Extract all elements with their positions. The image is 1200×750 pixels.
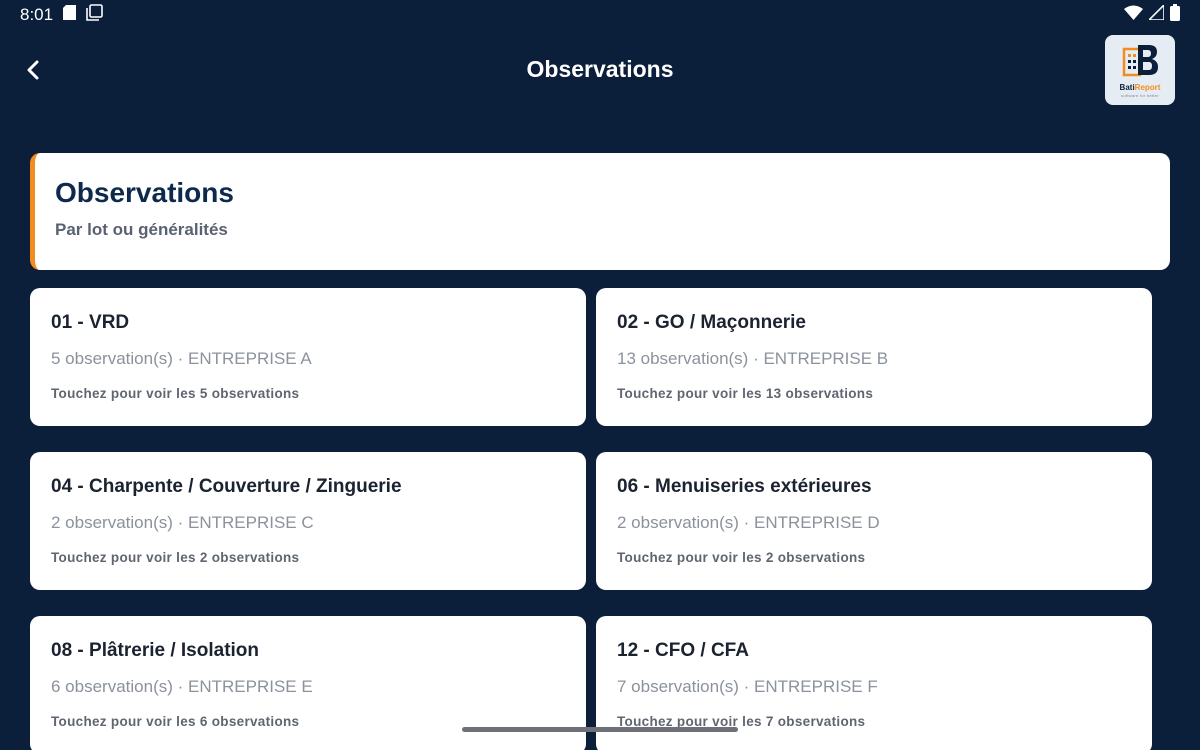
lot-hint: Touchez pour voir les 2 observations [51, 550, 300, 565]
screenshot-icon [86, 4, 103, 26]
logo-brand-part1: Bati [1119, 82, 1135, 92]
status-time: 8:01 [20, 5, 54, 24]
lot-meta: 2 observation(s) · ENTREPRISE C [51, 513, 314, 532]
page-title: Observations [526, 56, 674, 82]
lot-card[interactable]: 06 - Menuiseries extérieures 2 observati… [596, 452, 1152, 590]
lot-card[interactable]: 02 - GO / Maçonnerie 13 observation(s) ·… [596, 288, 1152, 426]
signal-icon [1147, 3, 1165, 25]
lot-meta: 13 observation(s) · ENTREPRISE B [617, 349, 889, 368]
lot-meta: 2 observation(s) · ENTREPRISE D [617, 513, 880, 532]
sd-card-icon [63, 5, 77, 25]
section-subtitle: Par lot ou généralités [55, 220, 228, 239]
lot-card[interactable]: 04 - Charpente / Couverture / Zinguerie … [30, 452, 586, 590]
lot-title: 08 - Plâtrerie / Isolation [51, 640, 260, 661]
lot-title: 01 - VRD [51, 312, 130, 333]
lot-title: 12 - CFO / CFA [617, 640, 749, 661]
app-bar: Observations BatiReport software for bet… [0, 30, 1200, 114]
status-right [1124, 3, 1180, 26]
building-logo-icon [1120, 43, 1160, 82]
gesture-nav-handle[interactable] [462, 727, 738, 732]
logo-brand: BatiReport [1120, 83, 1161, 92]
lot-hint: Touchez pour voir les 2 observations [617, 550, 866, 565]
lot-title: 04 - Charpente / Couverture / Zinguerie [51, 476, 402, 497]
lot-card[interactable]: 01 - VRD 5 observation(s) · ENTREPRISE A… [30, 288, 586, 426]
lot-hint: Touchez pour voir les 13 observations [617, 386, 874, 401]
lot-title: 06 - Menuiseries extérieures [617, 476, 872, 497]
section-title: Observations [55, 177, 234, 208]
lot-meta: 7 observation(s) · ENTREPRISE F [617, 677, 878, 696]
status-bar: 8:01 [0, 0, 1200, 30]
status-left: 8:01 [20, 4, 103, 26]
logo-brand-part2: Report [1134, 82, 1161, 92]
wifi-icon [1124, 5, 1143, 25]
lot-title: 02 - GO / Maçonnerie [617, 312, 806, 333]
lot-hint: Touchez pour voir les 5 observations [51, 386, 300, 401]
battery-icon [1170, 4, 1180, 26]
section-header-card: Observations Par lot ou généralités [30, 153, 1170, 270]
lot-meta: 5 observation(s) · ENTREPRISE A [51, 349, 312, 368]
lot-meta: 6 observation(s) · ENTREPRISE E [51, 677, 313, 696]
app-logo-button[interactable]: BatiReport software for better [1105, 35, 1175, 105]
logo-tagline: software for better [1121, 92, 1159, 98]
